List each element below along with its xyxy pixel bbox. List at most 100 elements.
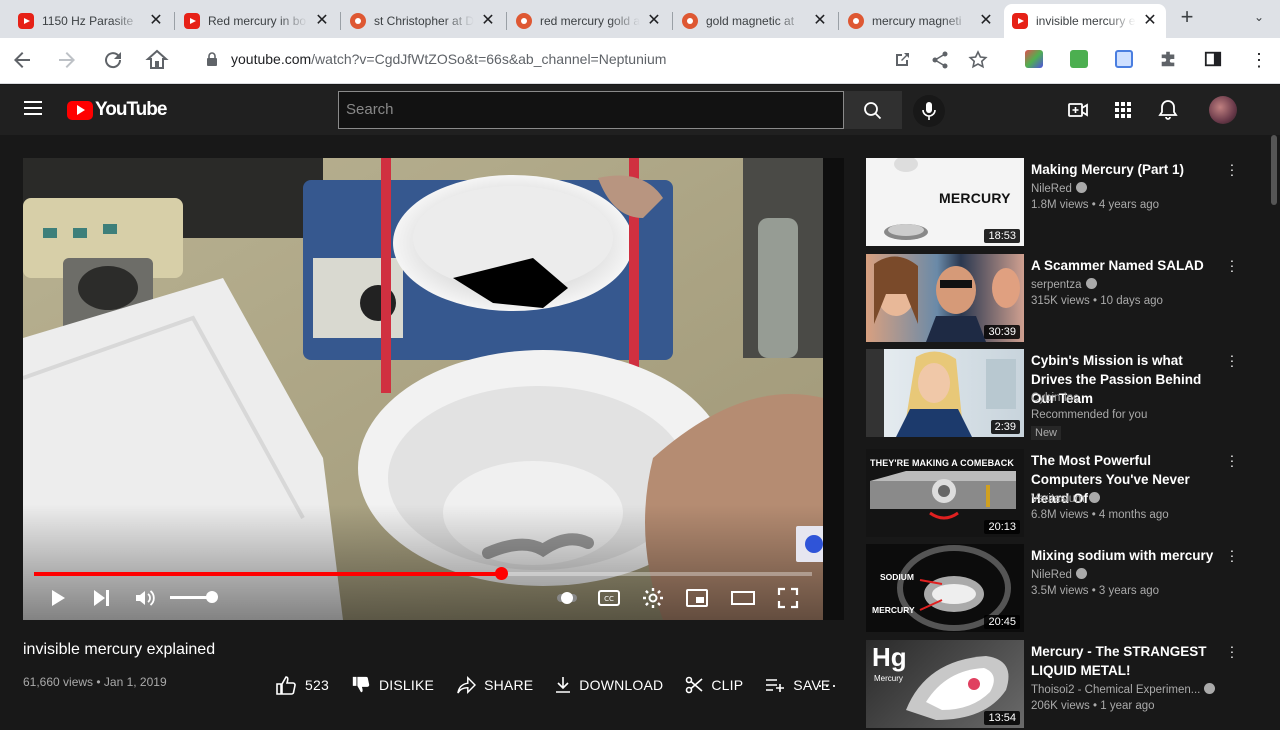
video-thumbnail[interactable]: SODIUM MERCURY 20:45 (866, 544, 1024, 632)
browser-tab[interactable]: gold magnetic at ✕ (674, 4, 836, 38)
apps-grid-icon[interactable] (1112, 99, 1134, 121)
theater-mode-icon[interactable] (731, 586, 755, 610)
tab-title: red mercury gold a (540, 14, 640, 28)
more-options-icon[interactable]: · · · (1228, 448, 1236, 472)
recommended-video[interactable]: MERCURY 18:53 Making Mercury (Part 1) Ni… (866, 157, 1246, 248)
home-icon[interactable] (145, 48, 169, 72)
avatar[interactable] (1209, 96, 1237, 124)
more-options-icon[interactable]: · · · (1228, 348, 1236, 372)
notifications-bell-icon[interactable] (1157, 99, 1179, 121)
recommended-video-title[interactable]: Making Mercury (Part 1) (1031, 160, 1223, 179)
create-video-icon[interactable] (1067, 99, 1089, 121)
video-thumbnail[interactable]: 2:39 (866, 349, 1024, 437)
close-tab-icon[interactable]: ✕ (480, 13, 496, 29)
new-tab-button[interactable]: + (1176, 6, 1198, 28)
address-bar[interactable]: youtube.com/watch?v=CgdJfWtZOSo&t=66s&ab… (196, 44, 996, 76)
play-icon[interactable] (45, 586, 69, 610)
autoplay-toggle-icon[interactable] (555, 586, 579, 610)
close-tab-icon[interactable]: ✕ (646, 13, 662, 29)
open-in-app-icon[interactable] (892, 50, 912, 70)
video-thumbnail[interactable]: THEY'RE MAKING A COMEBACK 20:13 (866, 449, 1024, 537)
progress-bar[interactable] (34, 567, 812, 580)
reload-icon[interactable] (101, 48, 125, 72)
page-scrollbar[interactable] (1268, 135, 1280, 720)
extension-icon[interactable] (1070, 50, 1088, 68)
search-input[interactable]: Search (338, 91, 844, 129)
forward-arrow-icon[interactable] (55, 48, 79, 72)
voice-search-button[interactable] (913, 95, 945, 127)
like-button[interactable]: 523 (275, 675, 329, 695)
lock-icon[interactable] (206, 52, 218, 66)
channel-name-text: Veritasium (1031, 493, 1085, 505)
close-tab-icon[interactable]: ✕ (978, 13, 994, 29)
clip-button[interactable]: CLIP (685, 676, 743, 694)
channel-name[interactable]: NileRed (1031, 568, 1087, 581)
browser-tab[interactable]: mercury magneti ✕ (840, 4, 1002, 38)
channel-name[interactable]: Veritasium (1031, 492, 1100, 505)
more-options-icon[interactable]: · · · (1228, 253, 1236, 277)
dislike-button[interactable]: DISLIKE (351, 675, 434, 695)
fullscreen-icon[interactable] (776, 586, 800, 610)
share-icon[interactable] (930, 50, 950, 70)
overlay-card-button[interactable] (796, 526, 823, 562)
video-stats: 206K views • 1 year ago (1031, 700, 1155, 712)
tab-search-chevron-icon[interactable]: ⌄ (1250, 8, 1268, 26)
tab-separator (672, 12, 673, 30)
scrollbar-thumb[interactable] (1271, 135, 1277, 205)
volume-icon[interactable] (133, 586, 157, 610)
recommended-video-title[interactable]: A Scammer Named SALAD (1031, 256, 1223, 275)
more-options-icon[interactable]: · · · (1228, 639, 1236, 663)
share-button[interactable]: SHARE (456, 676, 533, 694)
settings-gear-icon[interactable] (641, 586, 665, 610)
channel-name[interactable]: Cybin Inc (1031, 392, 1079, 404)
more-actions-icon[interactable]: ··· (817, 675, 838, 696)
recommended-video[interactable]: THEY'RE MAKING A COMEBACK 20:13 The Most… (866, 448, 1246, 539)
scrubber-handle[interactable] (494, 567, 508, 580)
video-thumbnail[interactable]: MERCURY 18:53 (866, 158, 1024, 246)
extension-icon[interactable] (1115, 50, 1133, 68)
video-player[interactable]: CC (23, 158, 823, 620)
back-arrow-icon[interactable] (10, 48, 34, 72)
download-button[interactable]: DOWNLOAD (555, 676, 663, 694)
channel-name[interactable]: serpentza (1031, 278, 1097, 291)
recommended-video[interactable]: 2:39 Cybin's Mission is what Drives the … (866, 348, 1246, 440)
channel-name[interactable]: NileRed (1031, 182, 1087, 195)
search-button[interactable] (844, 91, 902, 129)
recommended-video[interactable]: Hg Mercury 13:54 Mercury - The STRANGEST… (866, 639, 1246, 730)
close-tab-icon[interactable]: ✕ (812, 13, 828, 29)
extensions-puzzle-icon[interactable] (1159, 50, 1177, 68)
browser-menu-icon[interactable]: ⋮ (1247, 48, 1271, 72)
browser-tab[interactable]: 1150 Hz Parasite ✕ (10, 4, 172, 38)
thumbnail-caption: THEY'RE MAKING A COMEBACK (870, 458, 1014, 468)
browser-tab-active[interactable]: invisible mercury e ✕ (1004, 4, 1166, 38)
browser-tab[interactable]: red mercury gold a ✕ (508, 4, 670, 38)
browser-tab[interactable]: Red mercury in bo ✕ (176, 4, 338, 38)
miniplayer-icon[interactable] (685, 586, 709, 610)
more-options-icon[interactable]: · · · (1228, 543, 1236, 567)
tab-title: mercury magneti (872, 14, 962, 28)
close-tab-icon[interactable]: ✕ (1142, 13, 1158, 29)
video-thumbnail[interactable]: Hg Mercury 13:54 (866, 640, 1024, 728)
extension-icon[interactable] (1025, 50, 1043, 68)
captions-icon[interactable]: CC (597, 586, 621, 610)
next-video-icon[interactable] (89, 586, 113, 610)
close-tab-icon[interactable]: ✕ (314, 13, 330, 29)
volume-slider-knob[interactable] (206, 591, 218, 603)
side-panel-icon[interactable] (1204, 50, 1222, 68)
download-label: DOWNLOAD (579, 677, 664, 693)
close-tab-icon[interactable]: ✕ (148, 13, 164, 29)
recommended-video-title[interactable]: Mixing sodium with mercury (1031, 546, 1223, 565)
video-thumbnail[interactable]: 30:39 (866, 254, 1024, 342)
browser-tab[interactable]: st Christopher at D ✕ (342, 4, 504, 38)
recommended-video[interactable]: SODIUM MERCURY 20:45 Mixing sodium with … (866, 543, 1246, 634)
bookmark-star-icon[interactable] (968, 50, 988, 70)
url-text[interactable]: youtube.com/watch?v=CgdJfWtZOSo&t=66s&ab… (231, 51, 666, 67)
recommended-video-title[interactable]: Mercury - The STRANGEST LIQUID METAL! (1031, 642, 1223, 680)
recommended-video[interactable]: 30:39 A Scammer Named SALAD serpentza 31… (866, 253, 1246, 344)
hamburger-menu-icon[interactable] (24, 101, 42, 115)
video-duration: 13:54 (984, 711, 1020, 725)
channel-name[interactable]: Thoisoi2 - Chemical Experimen... (1031, 683, 1216, 696)
more-options-icon[interactable]: · · · (1228, 157, 1236, 181)
video-duration: 2:39 (990, 420, 1020, 434)
youtube-logo[interactable]: YouTube (67, 99, 167, 121)
